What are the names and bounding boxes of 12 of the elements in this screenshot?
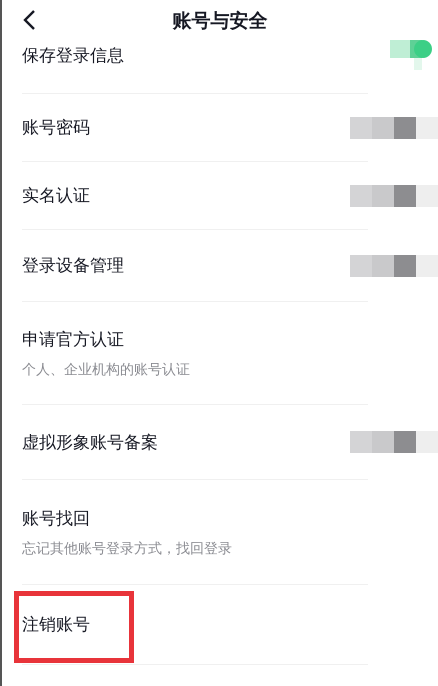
row-label: 申请官方认证	[22, 328, 124, 350]
back-icon[interactable]	[22, 9, 36, 31]
row-subtitle: 忘记其他账号登录方式，找回登录	[22, 540, 232, 558]
row-subtitle: 个人、企业机构的账号认证	[22, 360, 190, 378]
row-label: 实名认证	[22, 185, 90, 207]
row-label: 账号密码	[22, 117, 90, 139]
row-label: 保存登录信息	[22, 45, 124, 67]
row-label: 登录设备管理	[22, 255, 124, 277]
page-title: 账号与安全	[172, 9, 268, 34]
row-label: 注销账号	[22, 614, 90, 636]
row-label: 账号找回	[22, 508, 90, 530]
row-label: 虚拟形象账号备案	[22, 432, 158, 454]
